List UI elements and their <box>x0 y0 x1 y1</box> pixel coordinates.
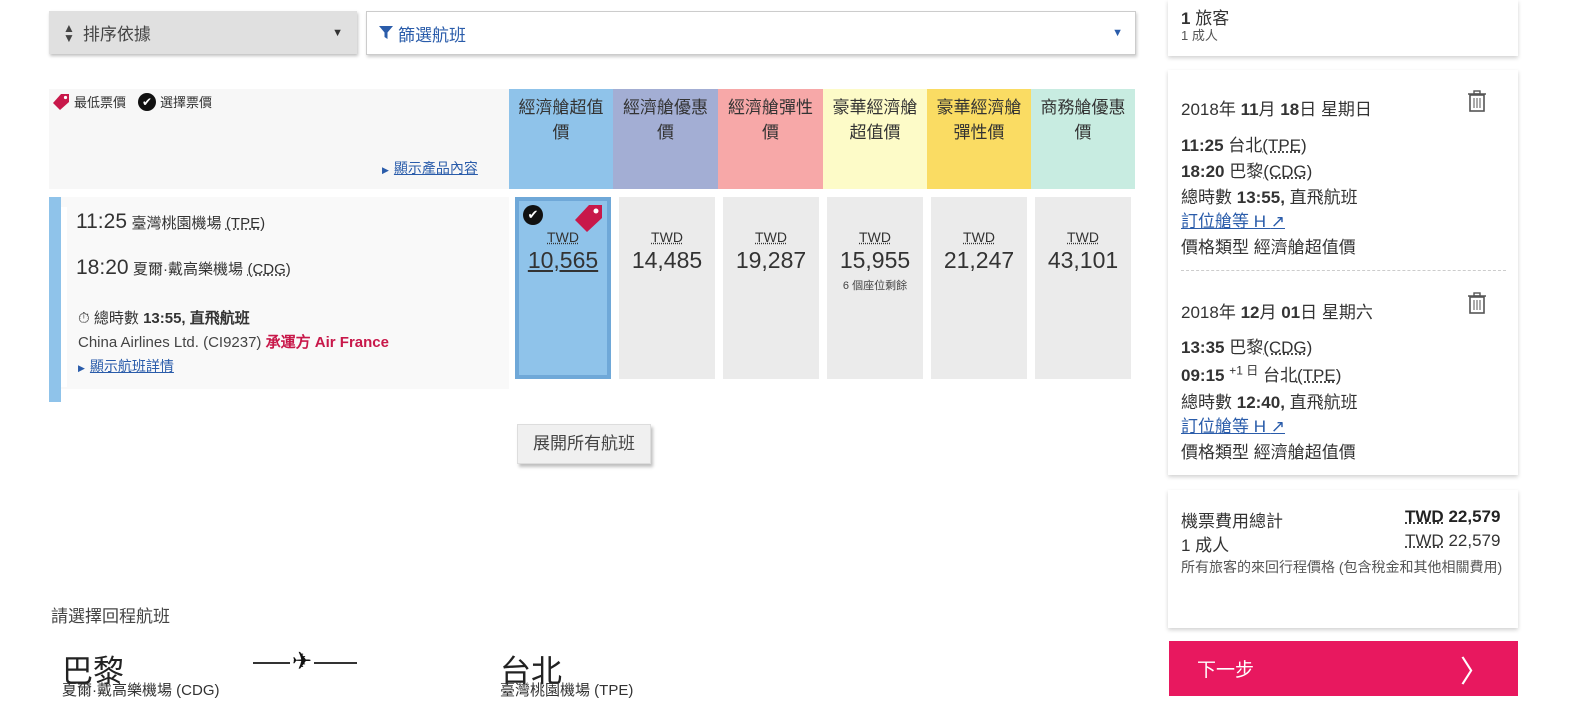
fare-currency: TWD <box>755 229 787 245</box>
sort-dropdown[interactable]: ▲ ▼ 排序依據 ▼ <box>49 11 357 54</box>
chevron-down-icon: ▼ <box>1112 27 1123 39</box>
segment-arrival: 09:15 +1 日 台北(TPE) <box>1181 363 1342 385</box>
arrival-line: 18:20 夏爾·戴高樂機場 (CDG) <box>76 256 291 280</box>
fare-currency: TWD <box>963 229 995 245</box>
sort-icon: ▲ ▼ <box>63 20 75 45</box>
legend: 最低票價 ✔ 選擇票價 <box>52 92 212 111</box>
fare-amount: 14,485 <box>631 247 703 273</box>
departure-line: 11:25 臺灣桃園機場 (TPE) <box>76 210 265 234</box>
segment-fare-type: 價格類型 經濟艙超值價 <box>1181 443 1356 462</box>
column-header-economy-saver[interactable]: 經濟艙超值價 <box>509 89 613 189</box>
booking-class-link[interactable]: 訂位艙等 H ↗ <box>1181 207 1285 232</box>
return-origin-airport: 夏爾·戴高樂機場 (CDG) <box>62 682 220 699</box>
segment-fare-type: 價格類型 經濟艙超值價 <box>1181 238 1356 257</box>
arrival-airport: 夏爾·戴高樂機場 <box>133 261 244 278</box>
fare-cell-premium-saver[interactable]: TWD 15,955 6 個座位剩餘 <box>827 197 923 379</box>
fare-cell-business-promo[interactable]: TWD 43,101 <box>1035 197 1131 379</box>
fare-cell-economy-flex[interactable]: TWD 19,287 <box>723 197 819 379</box>
departure-time: 11:25 <box>76 210 127 233</box>
carrier-info: China Airlines Ltd. (CI9237) 承運方 Air Fra… <box>78 334 389 351</box>
column-header-premium-saver[interactable]: 豪華經濟艙 超值價 <box>823 89 927 189</box>
price-tag-icon <box>53 93 69 110</box>
stopwatch-icon: ⏱ <box>78 310 90 327</box>
departure-code: (TPE) <box>225 215 266 232</box>
fare-cell-economy-saver[interactable]: ✔ TWD 10,565 <box>515 197 611 379</box>
total-fare-label: 機票費用總計 <box>1181 512 1283 531</box>
column-header-business-promo[interactable]: 商務艙優惠價 <box>1031 89 1135 189</box>
legend-lowest-label: 最低票價 <box>74 95 127 110</box>
caret-right-icon: ▶ <box>382 165 389 175</box>
caret-right-icon: ▶ <box>78 363 85 373</box>
filter-label: 篩選航班 <box>398 25 466 45</box>
segment-departure: 11:25 台北(TPE) <box>1181 136 1307 155</box>
airplane-icon: ✈ <box>290 648 315 676</box>
segment-duration: 總時數 12:40, 直飛航班 <box>1181 393 1358 412</box>
departure-airport: 臺灣桃園機場 <box>131 215 222 232</box>
fare-cell-premium-flex[interactable]: TWD 21,247 <box>931 197 1027 379</box>
chevron-right-icon: 〉 <box>1460 655 1490 689</box>
show-flight-details-link[interactable]: ▶ 顯示航班詳情 <box>78 356 174 376</box>
fare-currency: TWD <box>651 229 683 245</box>
price-note: 所有旅客的來回行程價格 (包含稅金和其他相關費用) <box>1181 559 1503 575</box>
selected-row-indicator <box>49 197 61 402</box>
expand-all-flights-button[interactable]: 展開所有航班 <box>517 424 651 464</box>
show-product-text[interactable]: 顯示產品內容 <box>394 160 478 176</box>
external-link-icon: ↗ <box>1270 417 1285 436</box>
column-header-economy-promo[interactable]: 經濟艙優惠價 <box>613 89 718 189</box>
segment-divider <box>1181 270 1506 271</box>
arrival-code: (CDG) <box>247 261 291 278</box>
check-circle-icon: ✔ <box>523 205 543 225</box>
funnel-icon <box>379 26 393 39</box>
segment-date: 2018年 12月 01日 星期六 <box>1181 303 1373 322</box>
show-product-link[interactable]: ▶ 顯示產品內容 <box>382 158 478 178</box>
next-step-label: 下一步 <box>1197 660 1255 681</box>
check-circle-icon: ✔ <box>138 92 157 111</box>
legend-selected-label: 選擇票價 <box>160 95 213 110</box>
fare-currency: TWD <box>859 229 891 245</box>
fare-amount: 43,101 <box>1047 247 1119 273</box>
segment-departure: 13:35 巴黎(CDG) <box>1181 338 1313 357</box>
passenger-breakdown: 1 成人 <box>1181 28 1218 43</box>
flight-duration: ⏱ 總時數 13:55, 直飛航班 <box>78 310 250 327</box>
fare-cell-economy-promo[interactable]: TWD 14,485 <box>619 197 715 379</box>
segment-date: 2018年 11月 18日 星期日 <box>1181 100 1372 119</box>
column-header-premium-flex[interactable]: 豪華經濟艙 彈性價 <box>927 89 1031 189</box>
fare-amount: 15,955 <box>839 247 911 273</box>
sort-label: 排序依據 <box>82 25 151 44</box>
filter-dropdown[interactable]: 篩選航班 ▼ <box>366 11 1136 55</box>
fare-amount: 19,287 <box>735 247 807 273</box>
trash-icon[interactable] <box>1467 292 1489 314</box>
return-flight-label: 請選擇回程航班 <box>51 607 170 626</box>
seats-remaining: 6 個座位剩餘 <box>842 280 908 292</box>
arrival-time: 18:20 <box>76 256 129 279</box>
segment-arrival: 18:20 巴黎(CDG) <box>1181 162 1313 181</box>
fare-amount: 21,247 <box>943 247 1015 273</box>
fare-amount[interactable]: 10,565 <box>519 247 607 274</box>
external-link-icon: ↗ <box>1270 212 1285 231</box>
next-step-button[interactable]: 下一步 〉 <box>1169 641 1518 696</box>
total-fare-value: TWD 22,579 <box>1405 507 1501 526</box>
booking-class-link[interactable]: 訂位艙等 H ↗ <box>1181 412 1285 437</box>
price-tag-icon <box>575 205 602 232</box>
segment-duration: 總時數 13:55, 直飛航班 <box>1181 188 1358 207</box>
column-header-economy-flex[interactable]: 經濟艙彈性價 <box>718 89 823 189</box>
trash-icon[interactable] <box>1467 90 1489 112</box>
adult-fare-label: 1 成人 <box>1181 536 1230 555</box>
return-destination-airport: 臺灣桃園機場 (TPE) <box>500 682 634 699</box>
fare-currency: TWD <box>1067 229 1099 245</box>
adult-fare-value: TWD 22,579 <box>1405 531 1501 550</box>
chevron-down-icon: ▼ <box>332 26 343 39</box>
